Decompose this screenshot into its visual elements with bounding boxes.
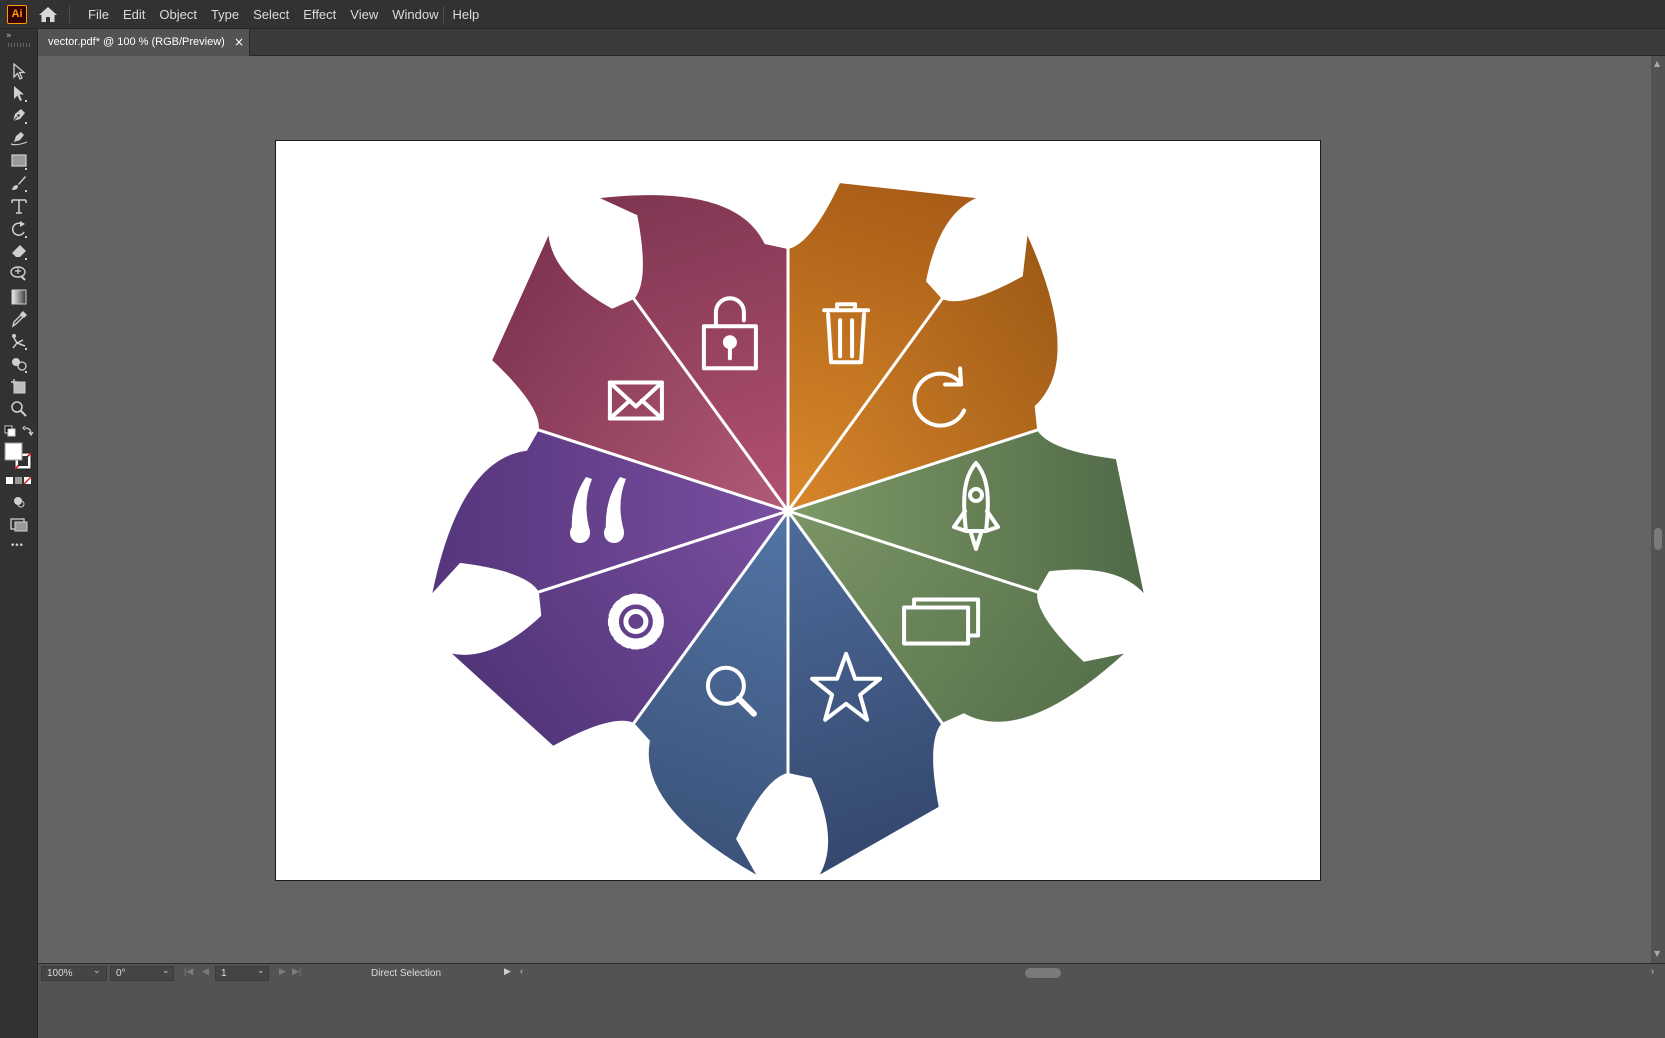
zoom-magnifier-icon bbox=[11, 401, 27, 417]
artboard-icon bbox=[11, 379, 26, 394]
type-tool[interactable] bbox=[9, 196, 29, 216]
document-tab-title: vector.pdf* @ 100 % (RGB/Preview) bbox=[48, 36, 225, 48]
screen-mode-button[interactable] bbox=[9, 515, 29, 535]
shape-builder-tool[interactable] bbox=[9, 354, 29, 374]
menu-separator bbox=[69, 6, 70, 23]
edit-toolbar-button[interactable]: ••• bbox=[10, 541, 30, 561]
color-gradient-none-icon bbox=[6, 476, 32, 485]
horizontal-scroll-thumb[interactable] bbox=[1025, 968, 1061, 978]
zoom-level-value: 100% bbox=[47, 968, 73, 979]
rotation-value: 0° bbox=[116, 968, 126, 979]
horizontal-scrollbar[interactable] bbox=[523, 967, 1651, 978]
current-tool-label: Direct Selection bbox=[371, 968, 442, 979]
default-fill-stroke-icon bbox=[4, 425, 34, 437]
shape-builder-icon bbox=[12, 358, 27, 373]
scroll-up-arrow-icon[interactable]: ▲ bbox=[1654, 59, 1660, 68]
app-logo: Ai bbox=[7, 5, 27, 24]
rotation-dropdown-chevron-icon[interactable]: ⌄ bbox=[162, 965, 170, 976]
vertical-scrollbar[interactable]: ▲ ▼ bbox=[1651, 56, 1665, 963]
width-tool-icon bbox=[10, 266, 26, 281]
curvature-pen-icon bbox=[10, 132, 28, 146]
default-colors-and-swap[interactable] bbox=[4, 425, 34, 439]
paintbrush-icon bbox=[12, 176, 27, 192]
artboard[interactable] bbox=[275, 140, 1321, 881]
artboard-dropdown-chevron-icon[interactable]: ⌄ bbox=[257, 965, 265, 976]
paintbrush-tool[interactable] bbox=[9, 173, 29, 193]
eyedropper-icon bbox=[11, 311, 27, 328]
menu-view[interactable]: View bbox=[343, 0, 385, 29]
curvature-tool[interactable] bbox=[9, 127, 29, 147]
rotate-tool[interactable] bbox=[9, 219, 29, 239]
direct-selection-arrow-icon bbox=[14, 86, 27, 102]
menu-effect[interactable]: Effect bbox=[296, 0, 343, 29]
tools-panel: » ••• bbox=[0, 29, 38, 1038]
menu-type[interactable]: Type bbox=[204, 0, 246, 29]
close-tab-button[interactable]: × bbox=[234, 29, 244, 55]
selection-tool[interactable] bbox=[9, 61, 29, 81]
document-tab[interactable]: vector.pdf* @ 100 % (RGB/Preview) × bbox=[38, 29, 250, 56]
next-artboard-icon[interactable]: ▶ bbox=[279, 966, 286, 977]
draw-mode-icon bbox=[14, 497, 25, 508]
panel-grip[interactable] bbox=[8, 43, 30, 47]
menu-help[interactable]: Help bbox=[445, 0, 486, 29]
zoom-dropdown-chevron-icon[interactable]: ⌄ bbox=[93, 965, 101, 976]
fill-stroke-icon bbox=[4, 442, 32, 470]
collapse-panel-button[interactable]: » bbox=[6, 32, 12, 41]
home-button[interactable] bbox=[37, 5, 59, 24]
eraser-icon bbox=[12, 245, 27, 260]
menu-bar: Ai File Edit Object Type Select Effect V… bbox=[0, 0, 1665, 29]
type-t-icon bbox=[11, 199, 27, 214]
draw-mode-button[interactable] bbox=[9, 492, 29, 512]
width-tool[interactable] bbox=[9, 263, 29, 283]
pen-nib-icon bbox=[11, 109, 27, 124]
pen-tool[interactable] bbox=[9, 105, 29, 125]
main-menu: File Edit Object Type Select Effect View… bbox=[81, 0, 486, 29]
scroll-right-arrow-icon[interactable]: › bbox=[1651, 966, 1654, 976]
rectangle-tool[interactable] bbox=[9, 151, 29, 171]
menu-edit[interactable]: Edit bbox=[116, 0, 152, 29]
rectangle-icon bbox=[11, 154, 27, 170]
document-tab-bar: vector.pdf* @ 100 % (RGB/Preview) × bbox=[38, 29, 1665, 56]
radial-infographic[interactable] bbox=[276, 141, 1320, 880]
color-mode-buttons[interactable] bbox=[6, 476, 34, 486]
menu-select[interactable]: Select bbox=[246, 0, 296, 29]
direct-selection-tool[interactable] bbox=[9, 83, 29, 103]
eyedropper-tool[interactable] bbox=[9, 309, 29, 329]
puppet-warp-icon bbox=[12, 334, 27, 350]
status-bar: 100% ⌄ 0° ⌄ |◀ ◀ 1 ⌄ ▶ ▶| Direct Selecti… bbox=[38, 963, 1665, 1038]
rotate-arrow-icon bbox=[11, 221, 27, 238]
scroll-down-arrow-icon[interactable]: ▼ bbox=[1654, 949, 1660, 958]
menu-separator bbox=[443, 6, 444, 23]
gradient-tool[interactable] bbox=[9, 287, 29, 307]
artboard-number-value: 1 bbox=[221, 968, 227, 979]
gradient-swatch-icon bbox=[11, 289, 27, 305]
fill-stroke-swatches[interactable] bbox=[4, 442, 34, 472]
zoom-tool[interactable] bbox=[9, 399, 29, 419]
menu-window[interactable]: Window bbox=[385, 0, 445, 29]
last-artboard-icon[interactable]: ▶| bbox=[292, 966, 301, 977]
vertical-scroll-thumb[interactable] bbox=[1654, 528, 1662, 550]
menu-file[interactable]: File bbox=[81, 0, 116, 29]
canvas-area[interactable] bbox=[38, 56, 1651, 963]
screen-mode-icon bbox=[10, 518, 28, 532]
puppet-warp-tool[interactable] bbox=[9, 331, 29, 351]
artboard-tool[interactable] bbox=[9, 377, 29, 397]
home-icon bbox=[39, 7, 57, 22]
first-artboard-icon[interactable]: |◀ bbox=[184, 966, 193, 977]
menu-object[interactable]: Object bbox=[152, 0, 204, 29]
status-menu-arrow-icon[interactable]: ▶ bbox=[504, 966, 511, 977]
eraser-tool[interactable] bbox=[9, 241, 29, 261]
selection-arrow-icon bbox=[13, 62, 26, 80]
previous-artboard-icon[interactable]: ◀ bbox=[202, 966, 209, 977]
